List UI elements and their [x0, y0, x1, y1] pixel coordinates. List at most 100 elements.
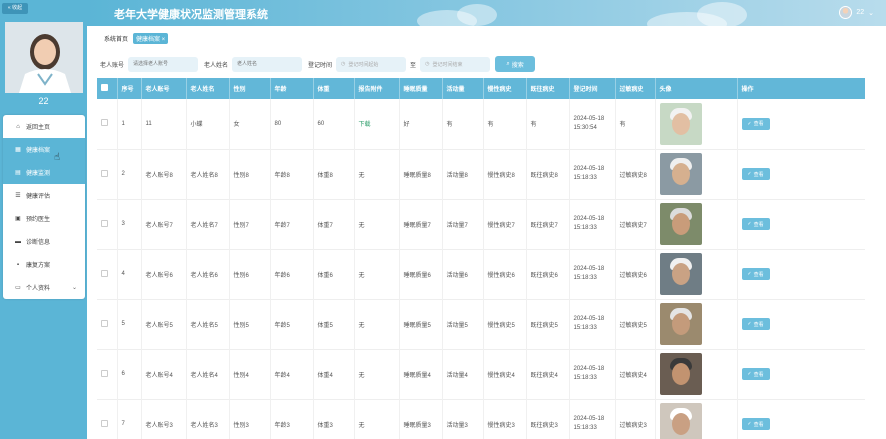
- elder-photo: [659, 253, 702, 295]
- cell-sleep: 睡眠质量6: [399, 249, 443, 299]
- list-icon: ☰: [15, 193, 21, 199]
- cell-register-time: 2024-05-18 15:18:33: [569, 199, 616, 249]
- account-select[interactable]: [128, 56, 199, 72]
- elder-photo: [659, 203, 702, 245]
- cell-sleep: 好: [399, 99, 443, 149]
- end-date-input[interactable]: ◷ 登记时间结束: [420, 56, 491, 72]
- cell-sleep: 睡眠质量7: [399, 199, 443, 249]
- view-button[interactable]: ✓ 查看: [741, 368, 770, 380]
- select-all-checkbox[interactable]: [97, 78, 118, 99]
- column-header: 老人账号: [141, 78, 187, 99]
- range-separator: 至: [410, 62, 417, 69]
- cell-actions: ✓ 查看: [737, 299, 865, 349]
- cell-register-time: 2024-05-18 15:18:33: [569, 249, 616, 299]
- user-menu[interactable]: 22 ⌄: [839, 6, 874, 19]
- column-header: 性别: [229, 78, 271, 99]
- collapse-sidebar-button[interactable]: « 收起: [2, 3, 28, 14]
- start-date-input[interactable]: ◷ 登记时间起始: [336, 56, 407, 72]
- view-button[interactable]: ✓ 查看: [741, 117, 770, 130]
- view-button-label: 查看: [753, 221, 764, 228]
- sidebar-item-appointment[interactable]: ▣ 预约医生: [3, 207, 85, 230]
- column-header: 序号: [117, 78, 142, 99]
- elder-photo: [659, 353, 702, 395]
- register-date: 2024-05-18: [573, 216, 605, 222]
- sidebar-item-health-monitor[interactable]: ▤ 健康监测: [3, 161, 85, 184]
- sidebar-item-health-assessment[interactable]: ☰ 健康评估: [3, 184, 85, 207]
- cell-attachment[interactable]: 下载: [354, 99, 400, 149]
- sidebar-item-diagnosis[interactable]: ▬ 诊断信息: [3, 230, 85, 253]
- cell-weight: 体重8: [313, 149, 355, 199]
- column-header: 既往病史: [526, 78, 570, 99]
- check-icon: ✓: [747, 421, 752, 427]
- plan-icon: ▪: [16, 261, 20, 268]
- view-button-label: 查看: [753, 421, 764, 428]
- cell-photo: [655, 399, 738, 439]
- sidebar-item-health-record[interactable]: ▦ 健康档案: [3, 138, 85, 161]
- cell-activity: 活动量5: [442, 299, 484, 349]
- cell-chronic: 慢性病史4: [483, 349, 527, 399]
- cell-gender: 女: [229, 99, 271, 149]
- row-checkbox[interactable]: [97, 249, 118, 299]
- header-username: 22: [856, 9, 865, 16]
- search-bar: 老人账号 老人姓名 登记时间 ◷ 登记时间起始 至 ◷ 登记时间结束 ⌕ 搜索: [100, 56, 536, 72]
- cell-activity: 有: [442, 99, 484, 149]
- cell-account: 11: [141, 99, 187, 149]
- cell-activity: 活动量6: [442, 249, 484, 299]
- cell-actions: ✓ 查看: [737, 399, 865, 439]
- tab-health-record[interactable]: 健康档案 ×: [133, 33, 169, 44]
- cell-gender: 性别3: [229, 399, 271, 439]
- check-icon: ✓: [747, 221, 752, 227]
- cell-photo: [655, 99, 738, 149]
- register-date: 2024-05-18: [573, 266, 605, 272]
- check-icon: ✓: [747, 171, 752, 177]
- register-clock: 15:18:33: [573, 275, 597, 281]
- cell-attachment: 无: [354, 399, 400, 439]
- column-header: 过敏病史: [615, 78, 656, 99]
- cell-weight: 体重5: [313, 299, 355, 349]
- sidebar-user-name: 22: [38, 96, 49, 106]
- sidebar-item-label: 健康档案: [26, 148, 51, 154]
- user-icon: ▭: [15, 285, 21, 291]
- register-date: 2024-05-18: [573, 166, 605, 172]
- sidebar-menu: ⌂ 返回主页 ▦ 健康档案 ▤ 健康监测 ☰ 健康评估 ▣ 预约医生 ▬ 诊断信…: [3, 115, 85, 299]
- cell-index: 4: [117, 249, 142, 299]
- view-button[interactable]: ✓ 查看: [741, 168, 770, 180]
- cell-chronic: 慢性病史6: [483, 249, 527, 299]
- row-checkbox[interactable]: [97, 299, 118, 349]
- column-header: 操作: [737, 78, 865, 99]
- column-header: 体重: [313, 78, 355, 99]
- register-date: 2024-05-18: [573, 316, 605, 322]
- cell-index: 6: [117, 349, 142, 399]
- sidebar-item-profile[interactable]: ▭ 个人资料 ⌄: [3, 276, 85, 299]
- row-checkbox[interactable]: [97, 149, 118, 199]
- elder-photo: [659, 303, 702, 345]
- search-button[interactable]: ⌕ 搜索: [495, 56, 536, 72]
- view-button[interactable]: ✓ 查看: [741, 218, 770, 230]
- cell-activity: 活动量4: [442, 349, 484, 399]
- cell-chronic: 慢性病史8: [483, 149, 527, 199]
- row-checkbox[interactable]: [97, 399, 118, 439]
- breadcrumb-home[interactable]: 系统首页: [104, 34, 128, 43]
- column-header: 年龄: [270, 78, 314, 99]
- sidebar-item-home[interactable]: ⌂ 返回主页: [3, 115, 85, 138]
- cell-age: 年龄4: [270, 349, 314, 399]
- sidebar-item-label: 康复方案: [26, 263, 51, 269]
- view-button[interactable]: ✓ 查看: [741, 318, 770, 330]
- name-input[interactable]: [232, 56, 303, 72]
- cell-index: 7: [117, 399, 142, 439]
- row-checkbox[interactable]: [97, 349, 118, 399]
- view-button[interactable]: ✓ 查看: [741, 268, 770, 280]
- clock-icon: ◷: [425, 61, 430, 67]
- cell-photo: [655, 149, 738, 199]
- cell-chronic: 慢性病史5: [483, 299, 527, 349]
- cell-weight: 60: [313, 99, 355, 149]
- search-icon: ⌕: [506, 60, 510, 67]
- cell-age: 年龄7: [270, 199, 314, 249]
- row-checkbox[interactable]: [97, 99, 118, 149]
- view-button[interactable]: ✓ 查看: [741, 418, 770, 430]
- sidebar-item-rehab-plan[interactable]: ▪ 康复方案: [3, 253, 85, 276]
- cell-activity: 活动量3: [442, 399, 484, 439]
- register-clock: 15:18:33: [573, 225, 597, 231]
- sidebar-item-label: 诊断信息: [26, 240, 51, 246]
- row-checkbox[interactable]: [97, 199, 118, 249]
